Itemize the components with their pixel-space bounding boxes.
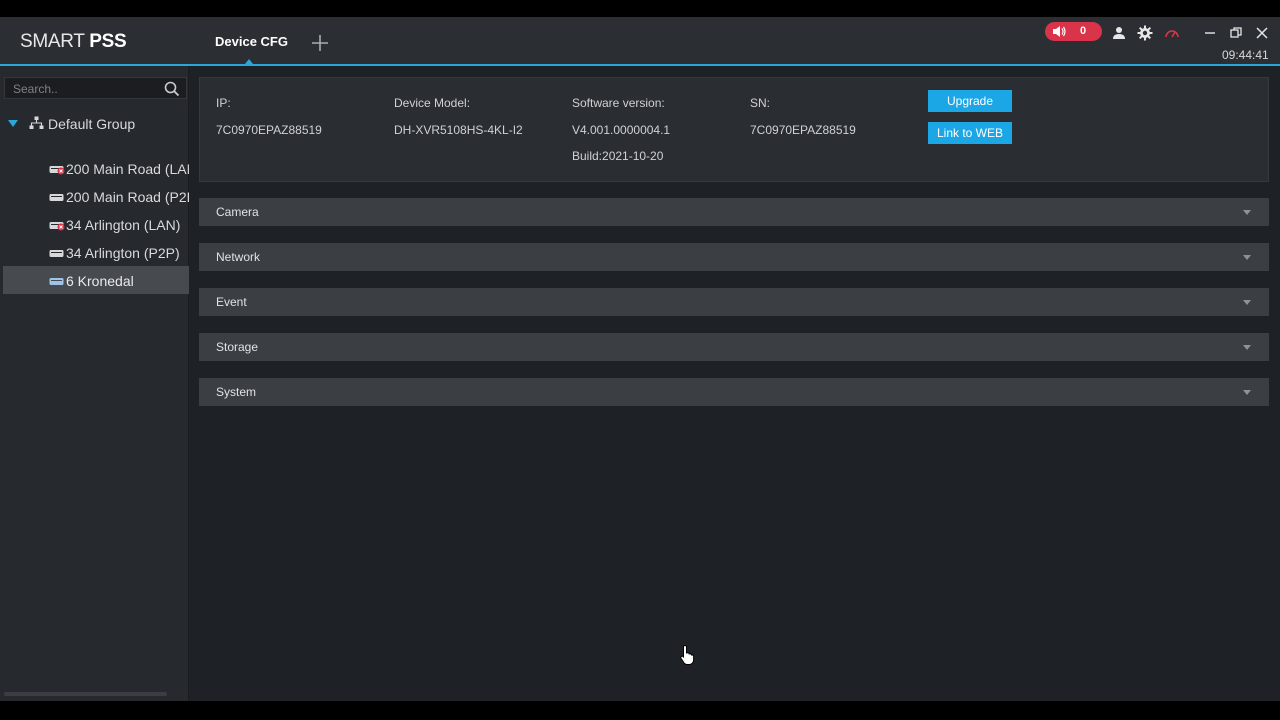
user-icon <box>1113 27 1125 39</box>
tree-group-default[interactable]: Default Group <box>0 112 189 134</box>
section-label: System <box>216 385 257 399</box>
title-bar: SMART PSS Device CFG 0 09:44:41 <box>0 17 1280 66</box>
speaker-icon <box>1053 26 1066 37</box>
performance-button[interactable] <box>1164 25 1180 41</box>
section-label: Event <box>216 295 247 309</box>
sn-value: 7C0970EPAZ88519 <box>750 123 856 137</box>
group-label: Default Group <box>48 116 136 132</box>
search-icon[interactable] <box>164 81 180 97</box>
section-network[interactable]: Network <box>199 243 1269 271</box>
logo-text-light: SMART <box>20 31 90 52</box>
build-value: Build:2021-10-20 <box>572 149 664 163</box>
hierarchy-icon <box>29 116 44 129</box>
dvr-icon <box>49 250 64 257</box>
ip-label: IP: <box>216 96 231 110</box>
device-label: 200 Main Road (LAN) <box>66 161 189 177</box>
device-item[interactable]: 34 Arlington (P2P) <box>3 238 189 266</box>
add-tab-button[interactable] <box>310 33 330 53</box>
device-label: 200 Main Road (P2P) <box>66 189 189 205</box>
close-button[interactable] <box>1255 25 1271 41</box>
active-tab-indicator <box>245 59 253 64</box>
software-version-label: Software version: <box>572 96 665 110</box>
section-event[interactable]: Event <box>199 288 1269 316</box>
gear-icon <box>1137 25 1153 41</box>
section-system[interactable]: System <box>199 378 1269 406</box>
tab-device-cfg[interactable]: Device CFG <box>198 17 304 64</box>
device-label: 6 Kronedal <box>66 273 134 289</box>
section-camera[interactable]: Camera <box>199 198 1269 226</box>
device-tree-sidebar: Default Group 200 Main Road (LAN) 200 Ma… <box>0 66 189 701</box>
section-label: Network <box>216 250 261 264</box>
search-input[interactable] <box>13 81 153 97</box>
close-icon <box>1256 27 1268 39</box>
speedometer-icon <box>1165 30 1179 38</box>
device-info-panel: IP: 7C0970EPAZ88519 Device Model: DH-XVR… <box>199 77 1269 182</box>
user-button[interactable] <box>1111 25 1127 41</box>
sidebar-horizontal-scrollbar[interactable] <box>4 692 167 696</box>
settings-button[interactable] <box>1137 25 1153 41</box>
device-label: 34 Arlington (LAN) <box>66 217 181 233</box>
device-label: 34 Arlington (P2P) <box>66 245 180 261</box>
chevron-down-icon <box>1243 390 1251 395</box>
chevron-down-icon <box>1243 300 1251 305</box>
section-label: Storage <box>216 340 259 354</box>
model-label: Device Model: <box>394 96 471 110</box>
chevron-down-icon <box>1243 255 1251 260</box>
search-box <box>4 77 187 99</box>
restore-icon <box>1230 27 1242 38</box>
restore-button[interactable] <box>1229 25 1245 41</box>
device-item[interactable]: 200 Main Road (P2P) <box>3 182 189 210</box>
device-item-selected[interactable]: 6 Kronedal <box>3 266 189 294</box>
clock: 09:44:41 <box>1222 48 1269 62</box>
device-cfg-content: IP: 7C0970EPAZ88519 Device Model: DH-XVR… <box>190 66 1280 701</box>
alarm-badge-button[interactable]: 0 <box>1045 22 1102 41</box>
expand-caret-icon[interactable] <box>8 120 18 127</box>
software-version-value: V4.001.0000004.1 <box>572 123 671 137</box>
dvr-offline-icon <box>49 166 65 175</box>
section-storage[interactable]: Storage <box>199 333 1269 361</box>
chevron-down-icon <box>1243 210 1251 215</box>
smart-pss-window: SMART PSS Device CFG 0 09:44:41 Search..… <box>0 17 1280 701</box>
chevron-down-icon <box>1243 345 1251 350</box>
sn-label: SN: <box>750 96 771 110</box>
alarm-count: 0 <box>1080 25 1087 37</box>
hand-cursor-icon <box>680 644 695 665</box>
dvr-offline-icon <box>49 222 65 231</box>
dvr-icon <box>49 278 64 285</box>
device-item[interactable]: 200 Main Road (LAN) <box>3 154 189 182</box>
tab-label: Device CFG <box>215 34 288 49</box>
minimize-icon <box>1205 32 1215 34</box>
model-value: DH-XVR5108HS-4KL-I2 <box>394 123 523 137</box>
plus-icon <box>312 35 328 51</box>
dvr-icon <box>49 194 64 201</box>
app-logo: SMART PSS <box>20 31 127 53</box>
logo-text-bold: PSS <box>89 31 127 52</box>
link-to-web-button[interactable]: Link to WEB <box>928 122 1012 144</box>
minimize-button[interactable] <box>1203 25 1219 41</box>
ip-value: 7C0970EPAZ88519 <box>216 123 322 137</box>
section-label: Camera <box>216 205 259 219</box>
device-item[interactable]: 34 Arlington (LAN) <box>3 210 189 238</box>
upgrade-button[interactable]: Upgrade <box>928 90 1012 112</box>
